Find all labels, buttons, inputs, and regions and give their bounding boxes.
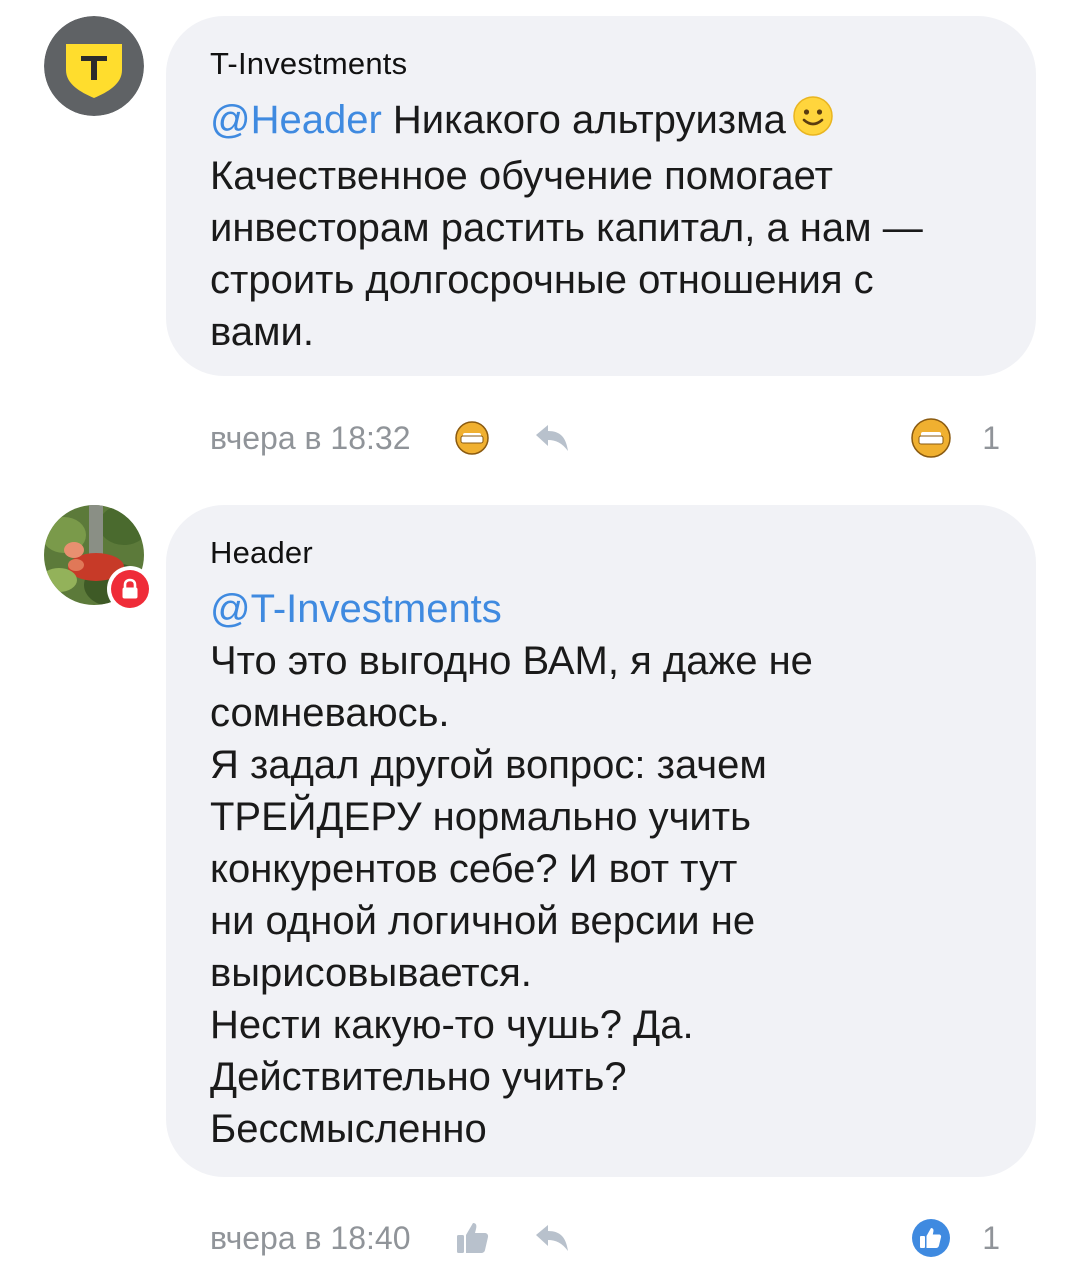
comment-line: Качественное обучение помогает [210, 154, 833, 198]
tinvestments-logo-icon [44, 16, 144, 116]
reaction-count: 1 [982, 1219, 1000, 1256]
comment-line: инвесторам растить капитал, а нам — [210, 206, 923, 250]
comment-timestamp: вчера в 18:40 [210, 1219, 411, 1256]
comment-author[interactable]: T-Investments [210, 46, 996, 82]
comment-author[interactable]: Header [210, 535, 996, 571]
comment-text: @Header Никакого альтруизма Качественное… [210, 94, 996, 358]
reply-arrow-icon [536, 1225, 569, 1251]
like-button[interactable] [454, 1220, 490, 1256]
comment-line: сомневаюсь. [210, 691, 450, 735]
comment-text: @T-Investments Что это выгодно ВАМ, я да… [210, 583, 996, 1155]
comment-bubble: T-Investments @Header Никакого альтруизм… [166, 16, 1036, 376]
sofa-reaction-button[interactable] [454, 420, 490, 456]
mention-link[interactable]: @Header [210, 98, 382, 142]
sofa-icon [911, 418, 951, 458]
lock-icon [122, 578, 138, 599]
comment-meta: вчера в 18:40 1 [210, 1216, 1000, 1260]
tinvestments-avatar[interactable] [44, 16, 144, 116]
comment-meta: вчера в 18:32 1 [210, 416, 1000, 460]
comment-line: Бессмысленно [210, 1107, 487, 1151]
reaction-summary[interactable]: 1 [910, 1217, 1000, 1259]
sofa-icon [455, 421, 490, 455]
thumbs-up-icon [457, 1223, 489, 1253]
reply-button[interactable] [532, 1221, 572, 1255]
comment-line: Никакого альтруизма [381, 98, 786, 142]
comment-timestamp: вчера в 18:32 [210, 419, 411, 456]
comment-thread: T-Investments @Header Никакого альтруизм… [0, 0, 1080, 1280]
slight-smile-emoji-icon [792, 95, 834, 150]
comment-line: вами. [210, 310, 315, 354]
comment-line: конкурентов себе? И вот тут [210, 847, 738, 891]
comment-line: строить долгосрочные отношения с [210, 258, 874, 302]
comment-line: Что это выгодно ВАМ, я даже не [210, 639, 813, 683]
comment-line: ТРЕЙДЕРУ нормально учить [210, 795, 751, 839]
reply-button[interactable] [532, 421, 572, 455]
comment-line: Нести какую-то чушь? Да. [210, 1003, 694, 1047]
reaction-summary[interactable]: 1 [910, 417, 1000, 459]
comment-line: Действительно учить? [210, 1055, 627, 1099]
comment-line: Я задал другой вопрос: зачем [210, 743, 767, 787]
comment-line: ни одной логичной версии не [210, 899, 756, 943]
reaction-count: 1 [982, 419, 1000, 456]
comment-line: вырисовывается. [210, 951, 532, 995]
like-circle-icon [912, 1219, 951, 1257]
reply-arrow-icon [536, 425, 569, 451]
comment-bubble: Header @T-Investments Что это выгодно ВА… [166, 505, 1036, 1177]
mention-link[interactable]: @T-Investments [210, 583, 996, 635]
private-profile-badge [107, 566, 153, 612]
